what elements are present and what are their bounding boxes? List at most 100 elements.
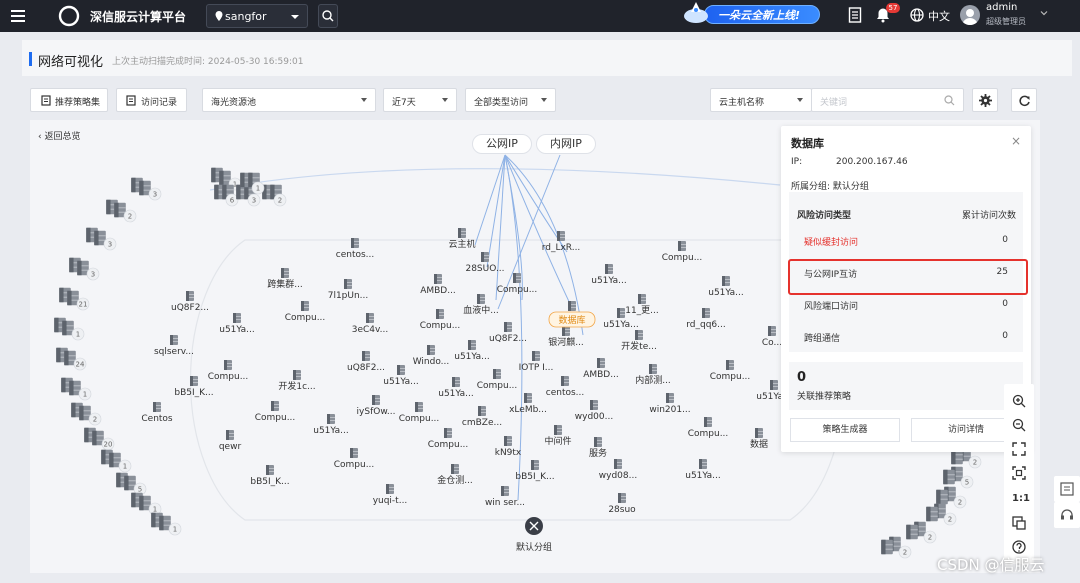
time-range-select[interactable]: 近7天 [383, 88, 457, 112]
risk-row[interactable]: 跨组通信 0 [789, 320, 1023, 352]
vm-node[interactable]: centos... [336, 238, 375, 260]
group-count-badge[interactable]: 1 [71, 327, 85, 341]
policy-generator-button[interactable]: 策略生成器 [790, 418, 900, 442]
group-count-badge[interactable]: 2 [898, 545, 912, 559]
vm-node[interactable]: 28suo [608, 493, 636, 515]
vm-node[interactable]: u51Ya... [313, 414, 349, 436]
access-record-button[interactable]: 访问记录 [116, 88, 187, 112]
vm-node[interactable]: Compu... [255, 401, 296, 423]
vm-node[interactable]: u51Ya... [454, 340, 490, 362]
vm-node[interactable]: 金仓测... [437, 464, 473, 486]
vm-node[interactable]: bB5I_K... [515, 460, 555, 482]
vm-node[interactable]: u51Ya... [438, 377, 474, 399]
server-cluster[interactable] [84, 427, 104, 446]
group-count-badge[interactable]: 2 [123, 209, 137, 223]
back-to-overview-link[interactable]: ‹ 返回总览 [38, 129, 81, 142]
group-count-badge[interactable]: 1 [118, 459, 132, 473]
vm-node[interactable]: wyd08... [599, 459, 637, 481]
side-support-button[interactable] [1054, 502, 1080, 528]
vm-node[interactable]: 7l1pUn... [328, 279, 369, 301]
group-count-badge[interactable]: 2 [968, 455, 982, 469]
fullscreen-icon[interactable] [1012, 442, 1026, 456]
side-doc-button[interactable] [1054, 476, 1080, 502]
group-count-badge[interactable]: 2 [88, 412, 102, 426]
vm-node[interactable]: yuqi-t... [373, 484, 408, 506]
server-cluster[interactable] [131, 177, 151, 196]
vm-node[interactable]: Compu... [688, 417, 729, 439]
refresh-button[interactable] [1011, 88, 1037, 112]
server-cluster[interactable] [943, 466, 963, 485]
vm-node[interactable]: Compu... [285, 301, 326, 323]
server-cluster[interactable] [61, 377, 81, 396]
vm-node[interactable]: 开发te... [621, 330, 657, 352]
document-icon[interactable] [848, 7, 862, 23]
vm-node[interactable]: 数据 [750, 428, 768, 450]
vm-node[interactable]: Compu... [208, 360, 249, 382]
vm-node[interactable]: Compu... [710, 360, 751, 382]
vm-node[interactable]: Compu... [662, 241, 703, 263]
vm-node[interactable]: Centos [141, 402, 173, 424]
vm-node[interactable]: rd_qq6... [686, 308, 726, 330]
user-name[interactable]: admin [986, 2, 1017, 13]
vm-node[interactable]: Compu... [420, 309, 461, 331]
vm-node[interactable]: Compu... [399, 402, 440, 424]
server-cluster[interactable] [69, 257, 89, 276]
group-count-badge[interactable]: 1 [168, 522, 182, 536]
server-cluster[interactable] [71, 402, 91, 421]
vm-node[interactable]: 开发1c... [278, 370, 316, 392]
risk-row[interactable]: 疑似缓封访问 0 [789, 224, 1023, 256]
language-switch[interactable]: 中文 [928, 8, 950, 24]
recommended-strategy-button[interactable]: 推荐策略集 [30, 88, 108, 112]
vm-node[interactable]: 服务 [589, 437, 607, 459]
vm-node[interactable]: 3eC4v... [352, 313, 388, 335]
vm-node[interactable]: centos... [546, 376, 585, 398]
keyword-search-input[interactable]: 关键词 [811, 88, 964, 112]
group-count-badge[interactable]: 1 [251, 181, 265, 195]
hamburger-menu-icon[interactable] [8, 6, 30, 26]
server-cluster[interactable] [59, 287, 79, 306]
vm-node[interactable]: 跨集群... [267, 268, 303, 290]
group-count-badge[interactable]: 24 [73, 357, 87, 371]
search-field-select[interactable]: 云主机名称 [710, 88, 812, 112]
user-avatar[interactable] [960, 5, 980, 25]
export-icon[interactable] [1012, 516, 1026, 530]
vm-node[interactable]: xLeMb... [509, 393, 547, 415]
server-cluster[interactable] [881, 536, 901, 555]
group-count-badge[interactable]: 2 [943, 512, 957, 526]
vm-node[interactable]: 中间件 [544, 425, 572, 447]
vm-node[interactable]: AMBD... [583, 358, 619, 380]
vm-node[interactable]: 云主机 [448, 228, 476, 250]
vm-node[interactable]: Compu... [477, 369, 518, 391]
vm-node[interactable]: u51Ya... [685, 459, 721, 481]
vm-node[interactable]: rd_LxR... [542, 231, 581, 253]
vm-node[interactable]: 血液中... [463, 294, 499, 316]
resource-pool-select[interactable]: 海光资源池 [202, 88, 376, 112]
group-count-badge[interactable]: 3 [148, 187, 162, 201]
vm-node[interactable]: qewr [219, 430, 242, 452]
globe-icon[interactable] [910, 8, 924, 22]
tab-public-ip[interactable]: 公网IP [472, 134, 532, 154]
vm-node[interactable]: Compu... [428, 428, 469, 450]
promo-banner[interactable]: 一朵云全新上线! [680, 0, 820, 26]
vm-node[interactable]: u51Ya... [219, 313, 255, 335]
close-icon[interactable]: × [1011, 134, 1021, 148]
vm-node[interactable]: bB5I_K... [250, 465, 290, 487]
server-cluster[interactable] [936, 486, 956, 505]
group-count-badge[interactable]: 20 [101, 437, 115, 451]
chevron-down-icon[interactable] [1040, 9, 1048, 17]
fit-view-icon[interactable] [1012, 466, 1026, 480]
region-selector[interactable]: sangfor [206, 4, 308, 28]
selected-node-database[interactable]: 数据库 [548, 301, 596, 328]
default-group-node[interactable]: 默认分组 [516, 517, 552, 553]
global-search-button[interactable] [318, 4, 338, 28]
server-cluster[interactable] [926, 503, 946, 522]
server-cluster[interactable] [86, 227, 106, 246]
zoom-out-icon[interactable] [1012, 418, 1026, 432]
vm-node[interactable]: uQ8F2... [347, 351, 385, 373]
vm-node[interactable]: 银河麒... [548, 326, 584, 348]
group-count-badge[interactable]: 21 [76, 297, 90, 311]
group-count-badge[interactable]: 2 [923, 530, 937, 544]
settings-button[interactable] [972, 88, 998, 112]
vm-node[interactable]: kN9tx [495, 436, 522, 458]
vm-node[interactable]: u51Ya... [708, 276, 744, 298]
